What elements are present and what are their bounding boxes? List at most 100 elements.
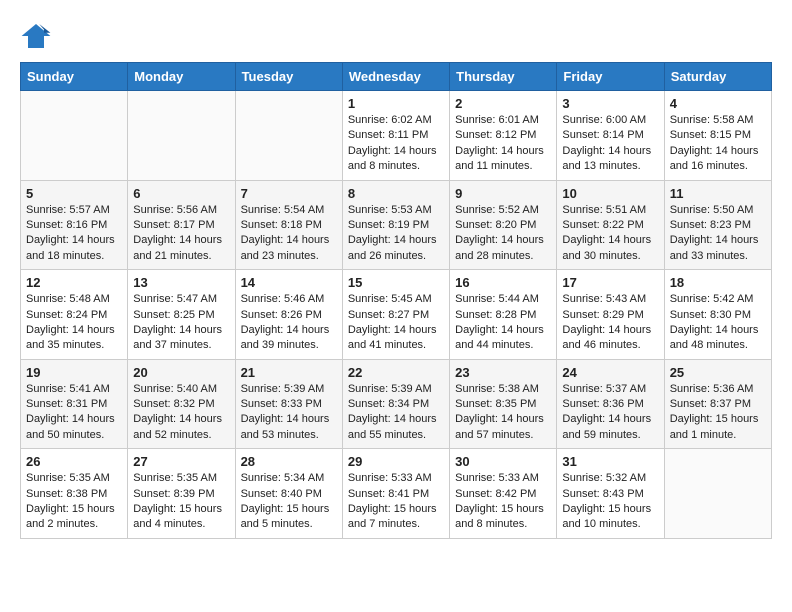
calendar-cell: 15Sunrise: 5:45 AMSunset: 8:27 PMDayligh… xyxy=(342,270,449,360)
day-number: 31 xyxy=(562,454,658,469)
calendar-body: 1 Sunrise: 6:02 AMSunset: 8:11 PMDaylight… xyxy=(21,91,772,539)
calendar-cell: 10 Sunrise: 5:51 AMSunset: 8:22 PMDayligh… xyxy=(557,180,664,270)
day-number: 3 xyxy=(562,96,658,111)
day-number: 8 xyxy=(348,186,444,201)
calendar-table: SundayMondayTuesdayWednesdayThursdayFrid… xyxy=(20,62,772,539)
day-info: Sunrise: 5:38 AMSunset: 8:35 PMDaylight:… xyxy=(455,382,551,444)
day-info: Sunrise: 5:48 AMSunset: 8:24 PMDaylight:… xyxy=(26,292,122,354)
day-info: Sunrise: 5:57 AMSunset: 8:16 PMDaylight:… xyxy=(26,203,122,265)
calendar-cell: 3 Sunrise: 6:00 AMSunset: 8:14 PMDaylight… xyxy=(557,91,664,181)
day-number: 6 xyxy=(133,186,229,201)
calendar-cell: 1 Sunrise: 6:02 AMSunset: 8:11 PMDaylight… xyxy=(342,91,449,181)
calendar-cell xyxy=(21,91,128,181)
calendar-week-row: 5 Sunrise: 5:57 AMSunset: 8:16 PMDaylight… xyxy=(21,180,772,270)
calendar-cell: 18 Sunrise: 5:42 AMSunset: 8:30 PMDayligh… xyxy=(664,270,771,360)
calendar-cell: 9 Sunrise: 5:52 AMSunset: 8:20 PMDaylight… xyxy=(450,180,557,270)
day-number: 28 xyxy=(241,454,337,469)
day-number: 30 xyxy=(455,454,551,469)
calendar-week-row: 26 Sunrise: 5:35 AMSunset: 8:38 PMDayligh… xyxy=(21,449,772,539)
day-number: 14 xyxy=(241,275,337,290)
day-info: Sunrise: 5:54 AMSunset: 8:18 PMDaylight:… xyxy=(241,203,337,265)
calendar-cell: 24 Sunrise: 5:37 AMSunset: 8:36 PMDayligh… xyxy=(557,359,664,449)
day-info: Sunrise: 5:43 AMSunset: 8:29 PMDaylight:… xyxy=(562,292,658,354)
day-info: Sunrise: 5:35 AMSunset: 8:39 PMDaylight:… xyxy=(133,471,229,533)
day-of-week-header: Thursday xyxy=(450,63,557,91)
day-number: 29 xyxy=(348,454,444,469)
day-number: 16 xyxy=(455,275,551,290)
days-header-row: SundayMondayTuesdayWednesdayThursdayFrid… xyxy=(21,63,772,91)
day-info: Sunrise: 5:35 AMSunset: 8:38 PMDaylight:… xyxy=(26,471,122,533)
day-info: Sunrise: 6:02 AMSunset: 8:11 PMDaylight:… xyxy=(348,113,444,175)
day-number: 1 xyxy=(348,96,444,111)
day-info: Sunrise: 5:44 AMSunset: 8:28 PMDaylight:… xyxy=(455,292,551,354)
day-info: Sunrise: 5:58 AMSunset: 8:15 PMDaylight:… xyxy=(670,113,766,175)
day-info: Sunrise: 5:34 AMSunset: 8:40 PMDaylight:… xyxy=(241,471,337,533)
day-info: Sunrise: 5:33 AMSunset: 8:41 PMDaylight:… xyxy=(348,471,444,533)
calendar-week-row: 12 Sunrise: 5:48 AMSunset: 8:24 PMDayligh… xyxy=(21,270,772,360)
logo xyxy=(20,20,56,52)
day-number: 27 xyxy=(133,454,229,469)
day-number: 10 xyxy=(562,186,658,201)
day-number: 13 xyxy=(133,275,229,290)
day-info: Sunrise: 6:00 AMSunset: 8:14 PMDaylight:… xyxy=(562,113,658,175)
day-info: Sunrise: 5:47 AMSunset: 8:25 PMDaylight:… xyxy=(133,292,229,354)
day-number: 9 xyxy=(455,186,551,201)
calendar-week-row: 1 Sunrise: 6:02 AMSunset: 8:11 PMDaylight… xyxy=(21,91,772,181)
calendar-cell: 6 Sunrise: 5:56 AMSunset: 8:17 PMDaylight… xyxy=(128,180,235,270)
day-of-week-header: Wednesday xyxy=(342,63,449,91)
day-info: Sunrise: 5:42 AMSunset: 8:30 PMDaylight:… xyxy=(670,292,766,354)
calendar-cell: 12 Sunrise: 5:48 AMSunset: 8:24 PMDayligh… xyxy=(21,270,128,360)
day-number: 12 xyxy=(26,275,122,290)
day-info: Sunrise: 5:33 AMSunset: 8:42 PMDaylight:… xyxy=(455,471,551,533)
day-of-week-header: Saturday xyxy=(664,63,771,91)
calendar-cell: 11 Sunrise: 5:50 AMSunset: 8:23 PMDayligh… xyxy=(664,180,771,270)
calendar-cell: 8Sunrise: 5:53 AMSunset: 8:19 PMDaylight… xyxy=(342,180,449,270)
day-number: 11 xyxy=(670,186,766,201)
calendar-cell: 14 Sunrise: 5:46 AMSunset: 8:26 PMDayligh… xyxy=(235,270,342,360)
calendar-cell: 23Sunrise: 5:38 AMSunset: 8:35 PMDayligh… xyxy=(450,359,557,449)
calendar-cell: 5 Sunrise: 5:57 AMSunset: 8:16 PMDaylight… xyxy=(21,180,128,270)
calendar-cell: 13 Sunrise: 5:47 AMSunset: 8:25 PMDayligh… xyxy=(128,270,235,360)
calendar-cell: 29 Sunrise: 5:33 AMSunset: 8:41 PMDayligh… xyxy=(342,449,449,539)
day-number: 21 xyxy=(241,365,337,380)
day-info: Sunrise: 5:50 AMSunset: 8:23 PMDaylight:… xyxy=(670,203,766,265)
day-of-week-header: Friday xyxy=(557,63,664,91)
day-number: 24 xyxy=(562,365,658,380)
calendar-cell: 16 Sunrise: 5:44 AMSunset: 8:28 PMDayligh… xyxy=(450,270,557,360)
calendar-week-row: 19Sunrise: 5:41 AMSunset: 8:31 PMDayligh… xyxy=(21,359,772,449)
day-info: Sunrise: 5:32 AMSunset: 8:43 PMDaylight:… xyxy=(562,471,658,533)
calendar-cell: 28 Sunrise: 5:34 AMSunset: 8:40 PMDayligh… xyxy=(235,449,342,539)
day-info: Sunrise: 6:01 AMSunset: 8:12 PMDaylight:… xyxy=(455,113,551,175)
day-info: Sunrise: 5:37 AMSunset: 8:36 PMDaylight:… xyxy=(562,382,658,444)
day-info: Sunrise: 5:40 AMSunset: 8:32 PMDaylight:… xyxy=(133,382,229,444)
day-number: 26 xyxy=(26,454,122,469)
day-info: Sunrise: 5:41 AMSunset: 8:31 PMDaylight:… xyxy=(26,382,122,444)
day-info: Sunrise: 5:56 AMSunset: 8:17 PMDaylight:… xyxy=(133,203,229,265)
day-info: Sunrise: 5:39 AMSunset: 8:34 PMDaylight:… xyxy=(348,382,444,444)
calendar-cell: 30 Sunrise: 5:33 AMSunset: 8:42 PMDayligh… xyxy=(450,449,557,539)
calendar-cell: 7 Sunrise: 5:54 AMSunset: 8:18 PMDaylight… xyxy=(235,180,342,270)
day-number: 22 xyxy=(348,365,444,380)
calendar-cell: 26 Sunrise: 5:35 AMSunset: 8:38 PMDayligh… xyxy=(21,449,128,539)
calendar-cell: 17Sunrise: 5:43 AMSunset: 8:29 PMDayligh… xyxy=(557,270,664,360)
calendar-cell: 27 Sunrise: 5:35 AMSunset: 8:39 PMDayligh… xyxy=(128,449,235,539)
day-info: Sunrise: 5:36 AMSunset: 8:37 PMDaylight:… xyxy=(670,382,766,444)
calendar-cell: 25Sunrise: 5:36 AMSunset: 8:37 PMDayligh… xyxy=(664,359,771,449)
day-info: Sunrise: 5:51 AMSunset: 8:22 PMDaylight:… xyxy=(562,203,658,265)
day-number: 2 xyxy=(455,96,551,111)
calendar-cell: 22 Sunrise: 5:39 AMSunset: 8:34 PMDayligh… xyxy=(342,359,449,449)
day-info: Sunrise: 5:46 AMSunset: 8:26 PMDaylight:… xyxy=(241,292,337,354)
day-number: 18 xyxy=(670,275,766,290)
calendar-cell: 4Sunrise: 5:58 AMSunset: 8:15 PMDaylight… xyxy=(664,91,771,181)
calendar-cell xyxy=(235,91,342,181)
day-info: Sunrise: 5:52 AMSunset: 8:20 PMDaylight:… xyxy=(455,203,551,265)
day-number: 15 xyxy=(348,275,444,290)
calendar-cell: 20 Sunrise: 5:40 AMSunset: 8:32 PMDayligh… xyxy=(128,359,235,449)
day-of-week-header: Tuesday xyxy=(235,63,342,91)
day-of-week-header: Monday xyxy=(128,63,235,91)
day-number: 5 xyxy=(26,186,122,201)
day-number: 7 xyxy=(241,186,337,201)
page-header xyxy=(20,20,772,52)
day-info: Sunrise: 5:39 AMSunset: 8:33 PMDaylight:… xyxy=(241,382,337,444)
day-number: 20 xyxy=(133,365,229,380)
